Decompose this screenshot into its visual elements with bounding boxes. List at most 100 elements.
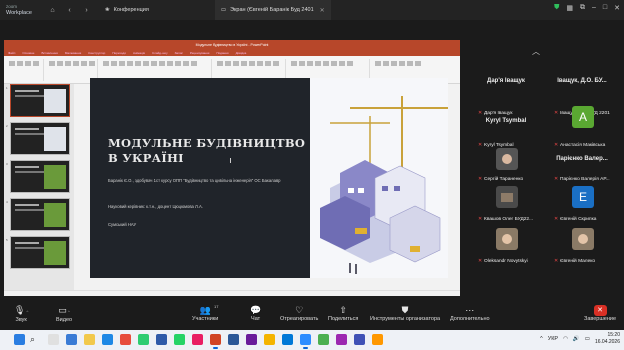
- video-label: Видео: [56, 317, 73, 323]
- file-explorer-icon[interactable]: [84, 334, 95, 345]
- slide-title: МОДУЛЬНЕ БУДІВНИЦТВО В УКРАЇНІ: [108, 136, 306, 165]
- participant-label-text: Євгеній Малеко: [560, 259, 596, 264]
- participant-tile[interactable]: ✕ Oleksandr Novytskyi: [470, 228, 542, 264]
- windows-start-icon[interactable]: [14, 334, 25, 345]
- word-icon[interactable]: [156, 334, 167, 345]
- video-button[interactable]: ▭^ Видео: [56, 305, 72, 323]
- close-icon[interactable]: ✕: [320, 7, 325, 14]
- text-cursor: [230, 158, 231, 163]
- participant-tile[interactable]: E ✕ Євгеній Скрипка: [546, 186, 618, 222]
- app-icon[interactable]: [318, 334, 329, 345]
- tab-screen-share[interactable]: ▭ Экран (Євгеній Баранік Буд 2401 ✕: [214, 0, 331, 20]
- avatar: A: [572, 106, 594, 128]
- mic-muted-icon: ✕: [478, 177, 483, 182]
- home-icon[interactable]: ⌂: [48, 6, 57, 15]
- audio-label: Звук: [15, 317, 27, 323]
- screen-share-icon: ▭: [220, 7, 227, 13]
- app-icon[interactable]: [192, 334, 203, 345]
- ribbon-group: [8, 59, 44, 81]
- end-button[interactable]: ✕ Завершение: [584, 305, 616, 322]
- app-icon[interactable]: [372, 334, 383, 345]
- react-button[interactable]: ♡ Отреагировать: [280, 305, 318, 322]
- app-icon[interactable]: [228, 334, 239, 345]
- participant-name: Дар'я Іващук: [487, 78, 525, 84]
- chevron-left-icon[interactable]: ‹: [65, 6, 74, 15]
- ppt-status-bar: [4, 290, 460, 296]
- participant-label-text: Парієнко Валерія АР...: [560, 177, 610, 182]
- chevron-up-icon[interactable]: ︿: [532, 46, 540, 57]
- slide-author: Баранік Є.О., здобувач 1ст курсу ОПП "Бу…: [108, 178, 281, 183]
- search-icon[interactable]: ⌕: [30, 334, 41, 345]
- whatsapp-icon[interactable]: [174, 334, 185, 345]
- slide-thumbnail[interactable]: 3: [6, 160, 70, 193]
- slide-thumbnail[interactable]: 5: [6, 236, 70, 269]
- zoom-icon[interactable]: [300, 334, 311, 349]
- grid-icon[interactable]: ▦: [566, 4, 573, 12]
- clock[interactable]: 15:20 16.04.2026: [595, 332, 620, 346]
- participants-count: 17: [214, 304, 219, 309]
- participant-tile[interactable]: Kyryl Tsymbal ✕ Kyryl Tsymbal: [470, 118, 542, 148]
- mic-muted-icon: ✕: [478, 259, 483, 264]
- more-label: Дополнительно: [450, 316, 490, 322]
- end-call-icon: ✕: [593, 305, 607, 316]
- chat-button[interactable]: 💬 Чат: [250, 305, 261, 322]
- participant-label-text: Квашов Олег БУД22...: [484, 217, 534, 222]
- task-view-icon[interactable]: [48, 334, 59, 345]
- chevron-right-icon[interactable]: ›: [82, 6, 91, 15]
- shared-screen: Модульне будівництво в Україні - PowerPo…: [4, 40, 460, 296]
- participant-tile[interactable]: A ✕ Анастасія Маківська: [546, 106, 618, 148]
- chat-label: Чат: [251, 316, 261, 322]
- chat-icon: 💬: [250, 305, 262, 315]
- app-icon[interactable]: [120, 334, 131, 345]
- host-tools-button[interactable]: ⛊ Инструменты организатора: [370, 305, 440, 322]
- input-language[interactable]: УКР: [548, 336, 558, 342]
- participant-name: Парієнко Валер...: [556, 156, 608, 162]
- minimize-icon[interactable]: –: [592, 4, 596, 12]
- participant-tile[interactable]: ✕ Євгеній Малеко: [546, 228, 618, 264]
- more-button[interactable]: ⋯ Дополнительно: [450, 305, 490, 322]
- app-icon[interactable]: [66, 334, 77, 345]
- app-icon[interactable]: [246, 334, 257, 345]
- close-window-icon[interactable]: ✕: [614, 4, 620, 12]
- shield-icon[interactable]: ⛊: [554, 4, 559, 12]
- participant-label-text: Анастасія Маківська: [560, 143, 606, 148]
- slide-supervisor: Науковий керівник: к.т.н., доцент Цюцюмо…: [108, 204, 203, 209]
- popout-icon[interactable]: ⧉: [580, 4, 585, 12]
- participant-tile[interactable]: Парієнко Валер... ✕ Парієнко Валерія АР..…: [546, 156, 618, 182]
- thumb-number: 2: [6, 124, 8, 128]
- tab-meeting-label: Конференция: [113, 7, 149, 13]
- participant-tile[interactable]: ✕ Квашов Олег БУД22...: [470, 186, 542, 222]
- heart-icon: ♡: [295, 305, 304, 315]
- chevron-up-icon[interactable]: ^: [540, 336, 543, 342]
- participant-label: ✕ Євгеній Малеко: [554, 259, 595, 264]
- share-button[interactable]: ⇧ Поделиться: [328, 305, 358, 322]
- audio-button[interactable]: 🎙^ Звук: [14, 305, 28, 323]
- zoom-top-bar: zoom Workplace ⌂ ‹ › ❀ Конференция ▭ Экр…: [0, 0, 624, 20]
- mic-muted-icon: ✕: [554, 217, 559, 222]
- powerpoint-icon[interactable]: [210, 334, 221, 349]
- paw-icon: ❀: [105, 7, 110, 13]
- brand-line-2: Workplace: [6, 10, 32, 16]
- battery-icon[interactable]: ▭: [585, 336, 590, 342]
- app-icon[interactable]: [264, 334, 275, 345]
- tab-meeting[interactable]: ❀ Конференция: [99, 0, 155, 20]
- participants-button[interactable]: 👥 17 Участники: [192, 304, 219, 322]
- chrome-icon[interactable]: [138, 334, 149, 345]
- share-screen-icon: ⇧: [339, 305, 347, 315]
- slide-thumbnail[interactable]: 4: [6, 198, 70, 231]
- react-label: Отреагировать: [280, 316, 319, 322]
- slide-thumbnail[interactable]: 1: [6, 84, 70, 117]
- participant-tile[interactable]: Дар'я Іващук ✕ Дар'я Іващук: [470, 78, 542, 116]
- share-label: Поделиться: [328, 316, 359, 322]
- participant-tile[interactable]: ✕ Сергій Тараненко: [470, 148, 542, 182]
- host-tools-label: Инструменты организатора: [370, 316, 441, 322]
- wifi-icon[interactable]: ◠: [563, 336, 568, 342]
- edge-icon[interactable]: [102, 334, 113, 345]
- app-icon[interactable]: [354, 334, 365, 345]
- participant-label-text: Oleksandr Novytskyi: [484, 259, 528, 264]
- speaker-icon[interactable]: 🔊: [573, 336, 580, 342]
- app-icon[interactable]: [336, 334, 347, 345]
- slide-thumbnail[interactable]: 2: [6, 122, 70, 155]
- app-icon[interactable]: [282, 334, 293, 345]
- maximize-icon[interactable]: □: [603, 4, 607, 12]
